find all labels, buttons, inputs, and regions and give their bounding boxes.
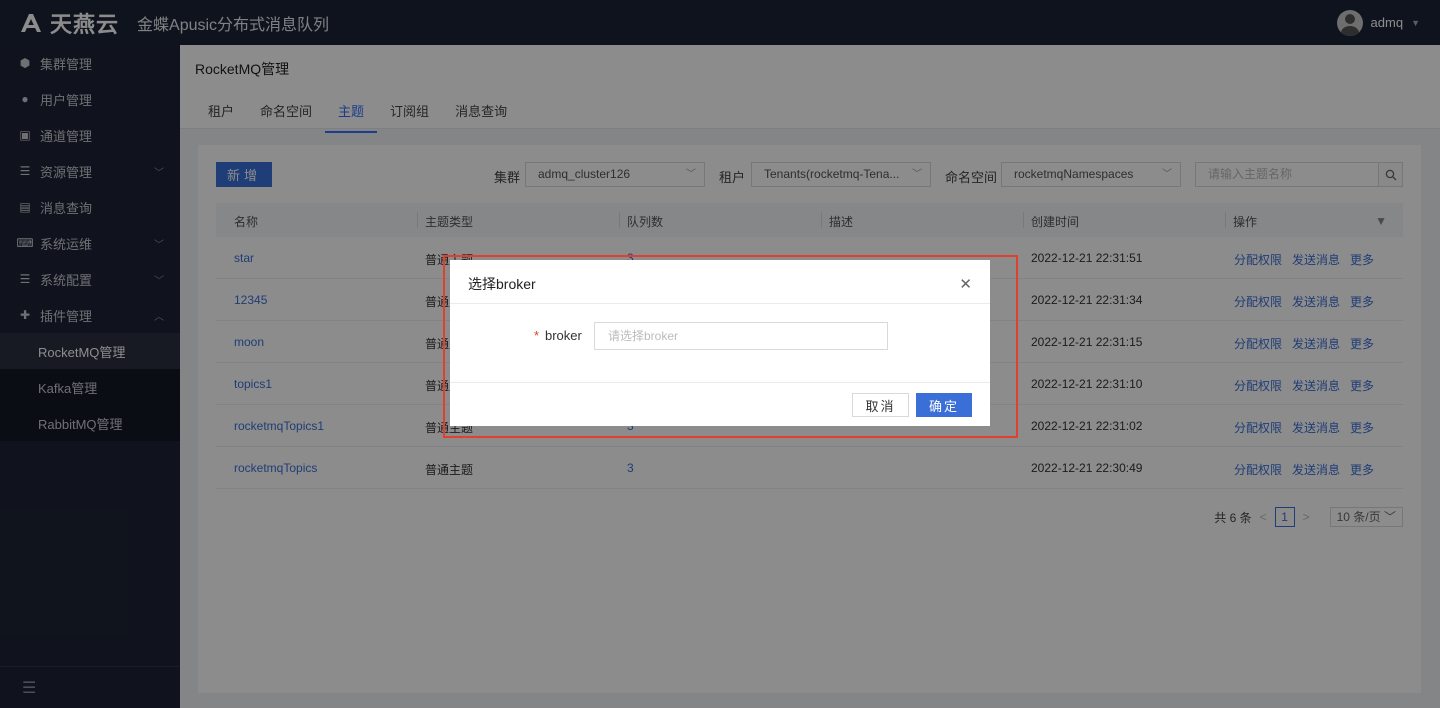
cancel-button[interactable]: 取消 — [852, 393, 909, 417]
broker-form-row: * broker 请选择broker — [450, 322, 990, 350]
confirm-button[interactable]: 确定 — [916, 393, 972, 417]
close-icon[interactable]: ✕ — [959, 275, 972, 293]
broker-label: broker — [545, 328, 582, 343]
required-mark: * — [534, 328, 540, 343]
select-broker-dialog: 选择broker ✕ * broker 请选择broker 取消 确定 — [450, 260, 990, 426]
dialog-header: 选择broker ✕ — [450, 260, 990, 304]
dialog-footer: 取消 确定 — [450, 382, 990, 426]
broker-select[interactable]: 请选择broker — [594, 322, 888, 350]
dialog-title: 选择broker — [468, 276, 536, 292]
